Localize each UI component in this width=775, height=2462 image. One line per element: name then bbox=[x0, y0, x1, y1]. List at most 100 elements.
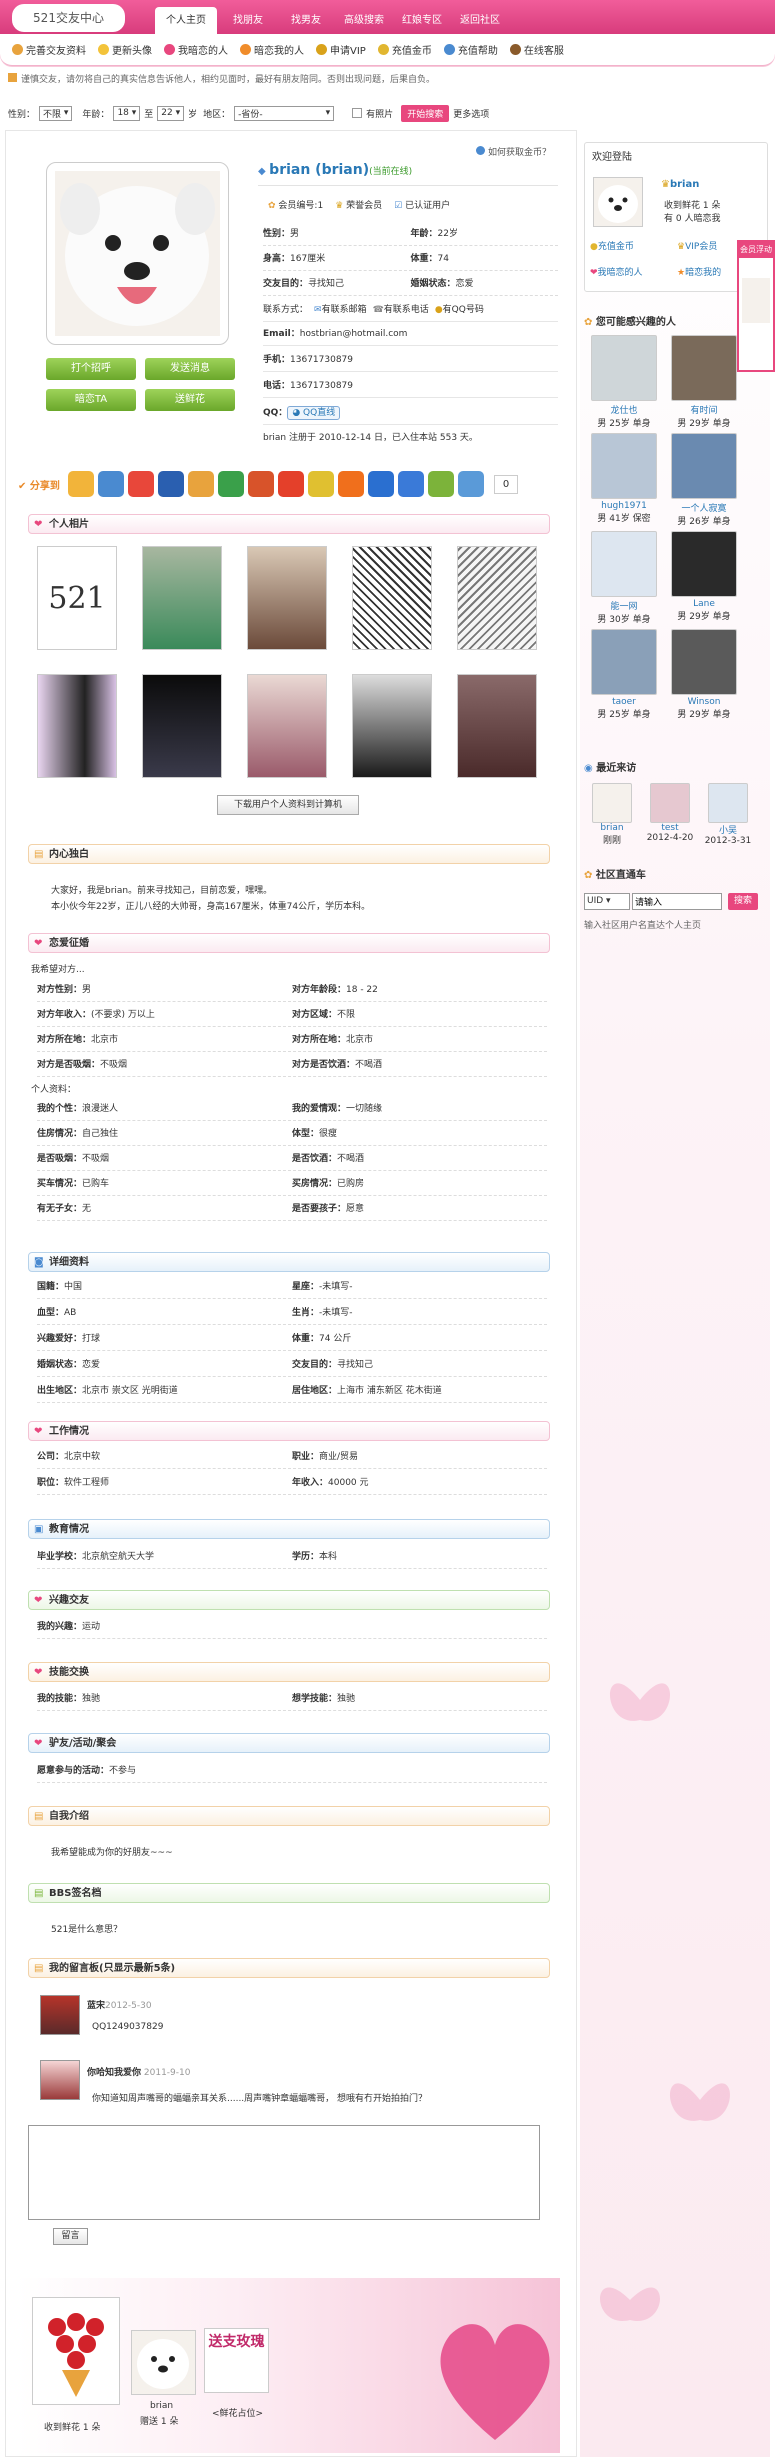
person-name[interactable]: taoer bbox=[584, 697, 664, 707]
link-my-crush[interactable]: ❤我暗恋的人 bbox=[590, 265, 643, 278]
age-to-select[interactable]: 22 ▾ bbox=[157, 105, 185, 121]
person-card[interactable]: Winson 男 29岁 单身 bbox=[664, 629, 744, 720]
avatar[interactable] bbox=[40, 2060, 80, 2100]
person-name[interactable]: 一个人寂寞 bbox=[664, 501, 744, 514]
share-qzone-icon[interactable] bbox=[97, 471, 124, 497]
sub-crush-me[interactable]: 暗恋我的人 bbox=[240, 42, 304, 57]
share-renren-icon[interactable] bbox=[157, 471, 184, 497]
share-douban-icon[interactable] bbox=[217, 471, 244, 497]
share-star-icon[interactable] bbox=[67, 471, 94, 497]
person-card[interactable]: 龙仕也男 25岁 单身 bbox=[584, 335, 664, 429]
person-card[interactable]: Lane 男 29岁 单身 bbox=[664, 531, 744, 622]
message-author[interactable]: 蓝宋 bbox=[87, 2001, 105, 2011]
person-avatar[interactable] bbox=[591, 433, 657, 499]
person-card[interactable]: hugh1971 男 41岁 保密 bbox=[584, 433, 664, 524]
say-hello-button[interactable]: 打个招呼 bbox=[46, 358, 136, 380]
share-baidu-icon[interactable] bbox=[367, 471, 394, 497]
photo-thumb[interactable]: 521 bbox=[37, 546, 117, 650]
person-card[interactable]: taoer 男 25岁 单身 bbox=[584, 629, 664, 720]
visitor-card[interactable]: 小吴 2012-3-31 bbox=[700, 783, 756, 846]
start-search-button[interactable]: 开始搜索 bbox=[401, 104, 450, 122]
age-from-select[interactable]: 18 ▾ bbox=[113, 105, 141, 121]
tab-back-community[interactable]: 返回社区 bbox=[453, 7, 507, 34]
photo-checkbox[interactable] bbox=[352, 108, 363, 118]
photo-thumb[interactable] bbox=[457, 674, 537, 778]
person-name[interactable]: 龙仕也 bbox=[584, 403, 664, 416]
send-flower-button[interactable]: 送鲜花 bbox=[145, 389, 235, 411]
qq-direct-button[interactable]: ◕ QQ直线 bbox=[287, 406, 341, 420]
share-tianya-icon[interactable] bbox=[277, 471, 304, 497]
person-name[interactable]: 能一网 bbox=[584, 599, 664, 612]
leave-message-button[interactable]: 留言 bbox=[53, 2228, 88, 2245]
tab-find-boyfriend[interactable]: 找男友 bbox=[279, 7, 333, 34]
photo-thumb[interactable] bbox=[142, 674, 222, 778]
visitor-card[interactable]: test 2012-4-20 bbox=[642, 783, 698, 843]
person-avatar[interactable] bbox=[671, 629, 737, 695]
rose-placeholder[interactable]: 送支玫瑰 bbox=[204, 2328, 269, 2393]
community-search-input[interactable] bbox=[632, 893, 722, 910]
visitor-name[interactable]: 小吴 bbox=[700, 823, 756, 836]
giver-avatar[interactable] bbox=[131, 2330, 196, 2395]
share-taobao-icon[interactable] bbox=[337, 471, 364, 497]
email-value[interactable]: hostbrian@hotmail.com bbox=[300, 329, 408, 339]
person-card[interactable]: 一个人寂寞男 26岁 单身 bbox=[664, 433, 744, 527]
photo-thumb[interactable] bbox=[142, 546, 222, 650]
site-logo[interactable]: 521交友中心 bbox=[12, 4, 125, 32]
photo-thumb[interactable] bbox=[247, 546, 327, 650]
person-name[interactable]: Lane bbox=[664, 599, 744, 609]
sub-update-avatar[interactable]: 更新头像 bbox=[98, 42, 152, 57]
visitor-name[interactable]: test bbox=[642, 823, 698, 833]
visitor-avatar[interactable] bbox=[650, 783, 690, 823]
sub-recharge[interactable]: 充值金币 bbox=[377, 42, 432, 57]
photo-thumb[interactable] bbox=[352, 674, 432, 778]
tab-home[interactable]: 个人主页 bbox=[155, 7, 217, 34]
photo-thumb[interactable] bbox=[457, 546, 537, 650]
sub-online-service[interactable]: 在线客服 bbox=[509, 42, 564, 57]
photo-thumb[interactable] bbox=[352, 546, 432, 650]
tab-advanced-search[interactable]: 高级搜索 bbox=[337, 7, 391, 34]
link-recharge[interactable]: ●充值金币 bbox=[590, 239, 634, 252]
sub-my-crush[interactable]: 我暗恋的人 bbox=[164, 42, 228, 57]
avatar[interactable] bbox=[40, 1995, 80, 2035]
sub-recharge-help[interactable]: 充值帮助 bbox=[443, 42, 498, 57]
area-select[interactable]: -省份- ▾ bbox=[234, 105, 335, 121]
crush-button[interactable]: 暗恋TA bbox=[46, 389, 136, 411]
visitor-avatar[interactable] bbox=[708, 783, 748, 823]
download-profile-button[interactable]: 下载用户个人资料到计算机 bbox=[217, 795, 359, 815]
person-avatar[interactable] bbox=[591, 335, 657, 401]
community-search-button[interactable]: 搜索 bbox=[728, 893, 759, 910]
giver-name[interactable]: brian bbox=[150, 2401, 173, 2411]
person-avatar[interactable] bbox=[591, 629, 657, 695]
photo-thumb[interactable] bbox=[247, 674, 327, 778]
share-kaixin-icon[interactable] bbox=[187, 471, 214, 497]
share-weibo-icon[interactable] bbox=[127, 471, 154, 497]
share-more-icon[interactable] bbox=[457, 471, 484, 497]
share-163-icon[interactable] bbox=[427, 471, 454, 497]
link-vip[interactable]: ♛VIP会员 bbox=[677, 239, 717, 252]
person-avatar[interactable] bbox=[671, 433, 737, 499]
tab-matchmaker[interactable]: 红娘专区 bbox=[395, 7, 449, 34]
visitor-card[interactable]: brian 刚刚 bbox=[584, 783, 640, 846]
person-name[interactable]: hugh1971 bbox=[584, 501, 664, 511]
visitor-name[interactable]: brian bbox=[584, 823, 640, 833]
uid-select[interactable]: UID ▾ bbox=[584, 893, 630, 910]
person-avatar[interactable] bbox=[591, 531, 657, 597]
gender-select[interactable]: 不限 ▾ bbox=[39, 105, 73, 121]
sidebar-username[interactable]: ♛brian bbox=[661, 179, 699, 190]
person-card[interactable]: 能一网男 30岁 单身 bbox=[584, 531, 664, 625]
sub-apply-vip[interactable]: 申请VIP bbox=[316, 42, 366, 57]
send-message-button[interactable]: 发送消息 bbox=[145, 358, 235, 380]
person-name[interactable]: Winson bbox=[664, 697, 744, 707]
sub-complete-profile[interactable]: 完善交友资料 bbox=[12, 42, 86, 57]
person-name[interactable]: 有时间 bbox=[664, 403, 744, 416]
person-avatar[interactable] bbox=[671, 335, 737, 401]
share-sina-icon[interactable] bbox=[397, 471, 424, 497]
link-crush-me[interactable]: ★暗恋我的 bbox=[677, 265, 721, 278]
person-card[interactable]: 有时间男 29岁 单身 bbox=[664, 335, 744, 429]
person-avatar[interactable] bbox=[671, 531, 737, 597]
photo-thumb[interactable] bbox=[37, 674, 117, 778]
message-textarea[interactable] bbox=[28, 2125, 540, 2220]
visitor-avatar[interactable] bbox=[592, 783, 632, 823]
share-sohu-icon[interactable] bbox=[307, 471, 334, 497]
message-author[interactable]: 你哈知我爱你 bbox=[87, 2068, 141, 2078]
